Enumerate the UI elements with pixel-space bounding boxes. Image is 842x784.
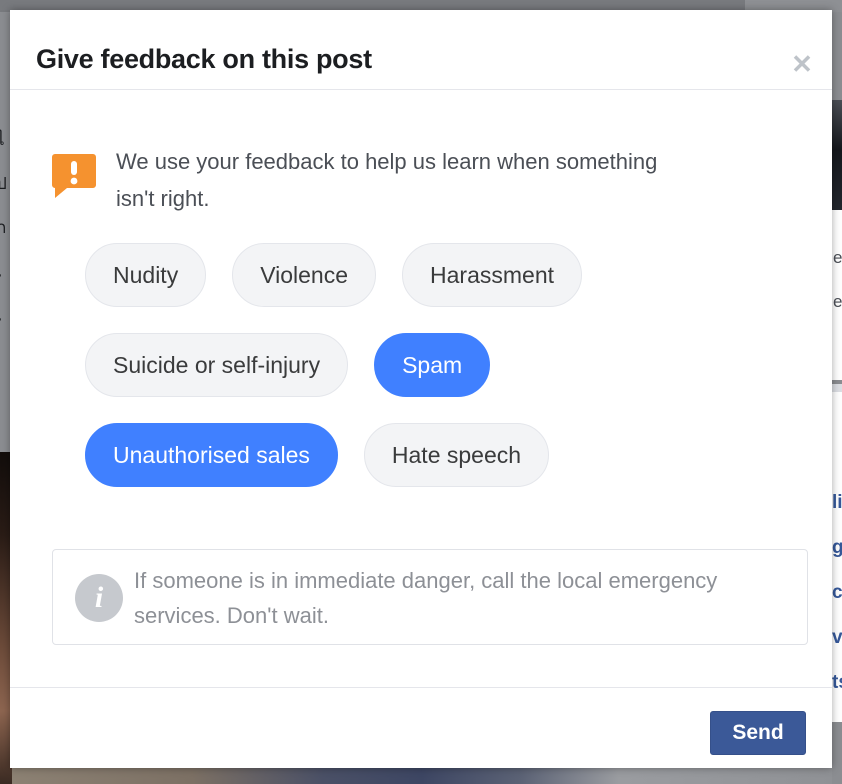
background-bottom-photo xyxy=(12,768,832,784)
option-hate-speech[interactable]: Hate speech xyxy=(363,423,550,487)
option-suicide-or-self-injury[interactable]: Suicide or self-injury xyxy=(85,333,349,397)
option-spam[interactable]: Spam xyxy=(374,333,491,397)
option-violence[interactable]: Violence xyxy=(232,243,377,307)
feedback-dialog: Give feedback on this post ✕ We use your… xyxy=(10,10,832,768)
emergency-notice-text: If someone is in immediate danger, call … xyxy=(134,568,718,628)
option-row-3: Unauthorised sales Hate speech xyxy=(85,423,785,487)
option-harassment[interactable]: Harassment xyxy=(402,243,582,307)
feedback-options: Nudity Violence Harassment Suicide or se… xyxy=(85,243,785,513)
dialog-body: We use your feedback to help us learn wh… xyxy=(10,91,832,687)
close-icon[interactable]: ✕ xyxy=(780,44,824,84)
intro-text: We use your feedback to help us learn wh… xyxy=(116,149,658,211)
background-right-text: e e xyxy=(833,248,842,311)
option-row-2: Suicide or self-injury Spam xyxy=(85,333,785,397)
emergency-notice: i If someone is in immediate danger, cal… xyxy=(52,549,808,645)
info-icon: i xyxy=(75,574,123,622)
option-nudity[interactable]: Nudity xyxy=(85,243,207,307)
option-row-1: Nudity Violence Harassment xyxy=(85,243,785,307)
dialog-header: Give feedback on this post ✕ xyxy=(10,10,832,90)
warning-speech-bubble-icon xyxy=(52,152,96,200)
dialog-title: Give feedback on this post xyxy=(36,44,372,74)
dialog-footer: Send xyxy=(10,687,832,768)
background-right-divider xyxy=(832,384,842,392)
background-right-photo xyxy=(832,100,842,210)
background-right-link-text[interactable]: li g c vi ts xyxy=(832,480,842,705)
send-button[interactable]: Send xyxy=(710,711,806,755)
screen: ไ ป ก เ เ e e li g c vi ts Give feedback… xyxy=(0,0,842,784)
option-unauthorised-sales[interactable]: Unauthorised sales xyxy=(85,423,338,487)
